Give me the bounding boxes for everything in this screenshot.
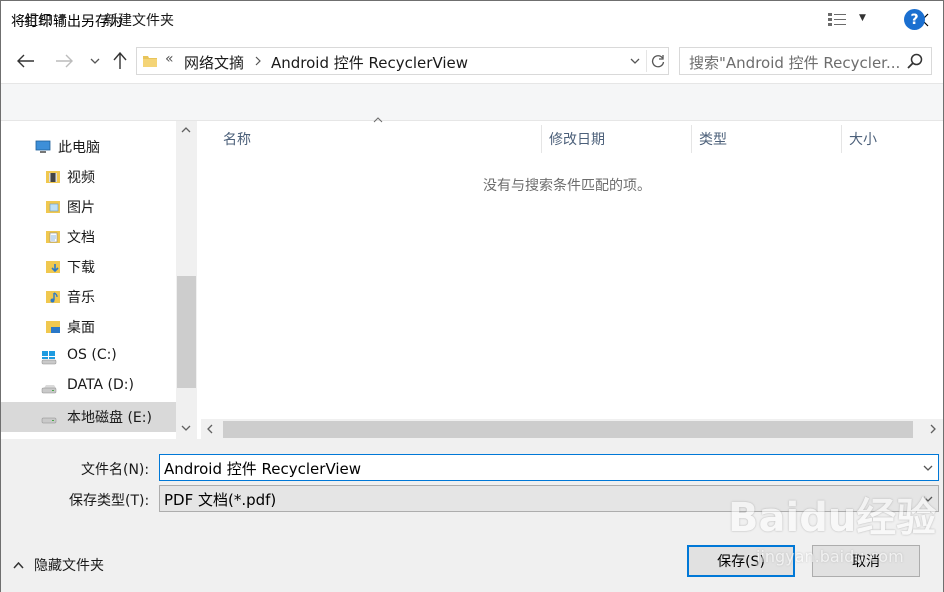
chevron-right-icon[interactable]	[255, 56, 261, 66]
hide-folders-label: 隐藏文件夹	[34, 558, 104, 574]
filename-field[interactable]: Android 控件 RecyclerView	[159, 454, 939, 481]
horizontal-scrollbar-thumb[interactable]	[223, 421, 913, 438]
recent-locations-button[interactable]	[83, 49, 107, 73]
caret-down-icon[interactable]: ▼	[59, 13, 66, 23]
documents-folder-icon	[46, 231, 60, 243]
filetype-label: 保存类型(T):	[69, 493, 150, 509]
nav-item-downloads[interactable]: 下载	[1, 252, 176, 282]
nav-scrollbar-thumb[interactable]	[177, 276, 196, 388]
sort-indicator-icon	[373, 117, 383, 123]
folder-icon	[143, 56, 157, 67]
refresh-icon	[651, 55, 664, 68]
empty-list-message: 没有与搜索条件匹配的项。	[483, 178, 651, 194]
view-options-icon[interactable]	[827, 12, 847, 28]
pictures-folder-icon	[46, 201, 60, 213]
search-placeholder: 搜索"Android 控件 Recycler...	[689, 54, 899, 72]
save-dialog: 将打印输出另存为 « 网络文摘 Android 控件 RecyclerView …	[0, 0, 944, 592]
nav-item-local-disk-e[interactable]: 本地磁盘 (E:)	[1, 402, 176, 432]
nav-item-desktop[interactable]: 桌面	[1, 312, 176, 342]
music-folder-icon	[46, 291, 60, 303]
search-input[interactable]: 搜索"Android 控件 Recycler...	[679, 47, 932, 75]
breadcrumb-item[interactable]: 网络文摘	[184, 52, 244, 73]
back-button[interactable]	[14, 49, 38, 73]
column-header-date[interactable]: 修改日期	[549, 129, 605, 149]
refresh-button[interactable]	[646, 50, 668, 72]
column-header-name[interactable]: 名称	[223, 129, 251, 149]
forward-button[interactable]	[52, 49, 76, 73]
column-header-type[interactable]: 类型	[699, 129, 727, 149]
nav-item-this-pc[interactable]: 此电脑	[1, 132, 176, 162]
address-bar[interactable]: « 网络文摘 Android 控件 RecyclerView	[136, 47, 669, 75]
forward-arrow-icon	[56, 54, 73, 68]
nav-item-documents[interactable]: 文档	[1, 222, 176, 252]
windows-drive-icon	[41, 351, 57, 365]
scroll-left-icon[interactable]	[207, 424, 213, 434]
up-button[interactable]	[108, 49, 132, 73]
scroll-down-icon[interactable]	[181, 425, 191, 431]
file-list[interactable]	[197, 121, 943, 439]
downloads-folder-icon	[46, 261, 60, 273]
chevron-up-icon	[13, 561, 24, 569]
videos-folder-icon	[46, 171, 60, 183]
hide-folders-toggle[interactable]: 隐藏文件夹	[13, 554, 104, 576]
search-icon[interactable]	[906, 52, 924, 70]
address-dropdown-button[interactable]	[625, 50, 645, 72]
help-icon[interactable]: ?	[904, 9, 925, 30]
filetype-dropdown-button[interactable]	[918, 489, 938, 509]
column-header-size[interactable]: 大小	[849, 129, 877, 149]
command-toolbar	[1, 83, 943, 121]
up-arrow-icon	[113, 52, 127, 69]
nav-item-pictures[interactable]: 图片	[1, 192, 176, 222]
filename-value[interactable]: Android 控件 RecyclerView	[164, 458, 361, 479]
save-button[interactable]: 保存(S)	[687, 545, 795, 577]
breadcrumb-item[interactable]: Android 控件 RecyclerView	[271, 52, 468, 73]
computer-icon	[35, 140, 51, 153]
desktop-folder-icon	[46, 321, 60, 333]
column-divider[interactable]	[691, 125, 692, 153]
nav-item-videos[interactable]: 视频	[1, 162, 176, 192]
chevron-down-icon	[923, 496, 933, 502]
chevron-down-icon	[90, 58, 100, 64]
filetype-value: PDF 文档(*.pdf)	[164, 491, 277, 509]
filename-label: 文件名(N):	[81, 462, 150, 478]
caret-down-icon[interactable]: ▼	[859, 13, 866, 23]
cancel-button[interactable]: 取消	[812, 545, 920, 577]
organize-button[interactable]: 组织	[24, 10, 52, 30]
chevron-down-icon	[923, 465, 933, 471]
scroll-up-icon[interactable]	[181, 127, 191, 133]
new-folder-button[interactable]: 新建文件夹	[104, 10, 174, 30]
nav-item-os-drive[interactable]: OS (C:)	[1, 342, 176, 372]
scroll-right-icon[interactable]	[930, 424, 936, 434]
drive-icon	[41, 415, 57, 424]
column-divider[interactable]	[541, 125, 542, 153]
address-overflow[interactable]: «	[165, 51, 174, 67]
chevron-down-icon	[630, 58, 640, 64]
drive-icon	[41, 385, 57, 394]
back-arrow-icon	[17, 54, 34, 68]
nav-item-data-drive[interactable]: DATA (D:)	[1, 372, 176, 402]
filetype-select[interactable]: PDF 文档(*.pdf)	[159, 485, 939, 512]
nav-item-music[interactable]: 音乐	[1, 282, 176, 312]
filename-dropdown-button[interactable]	[918, 458, 938, 478]
column-divider[interactable]	[841, 125, 842, 153]
